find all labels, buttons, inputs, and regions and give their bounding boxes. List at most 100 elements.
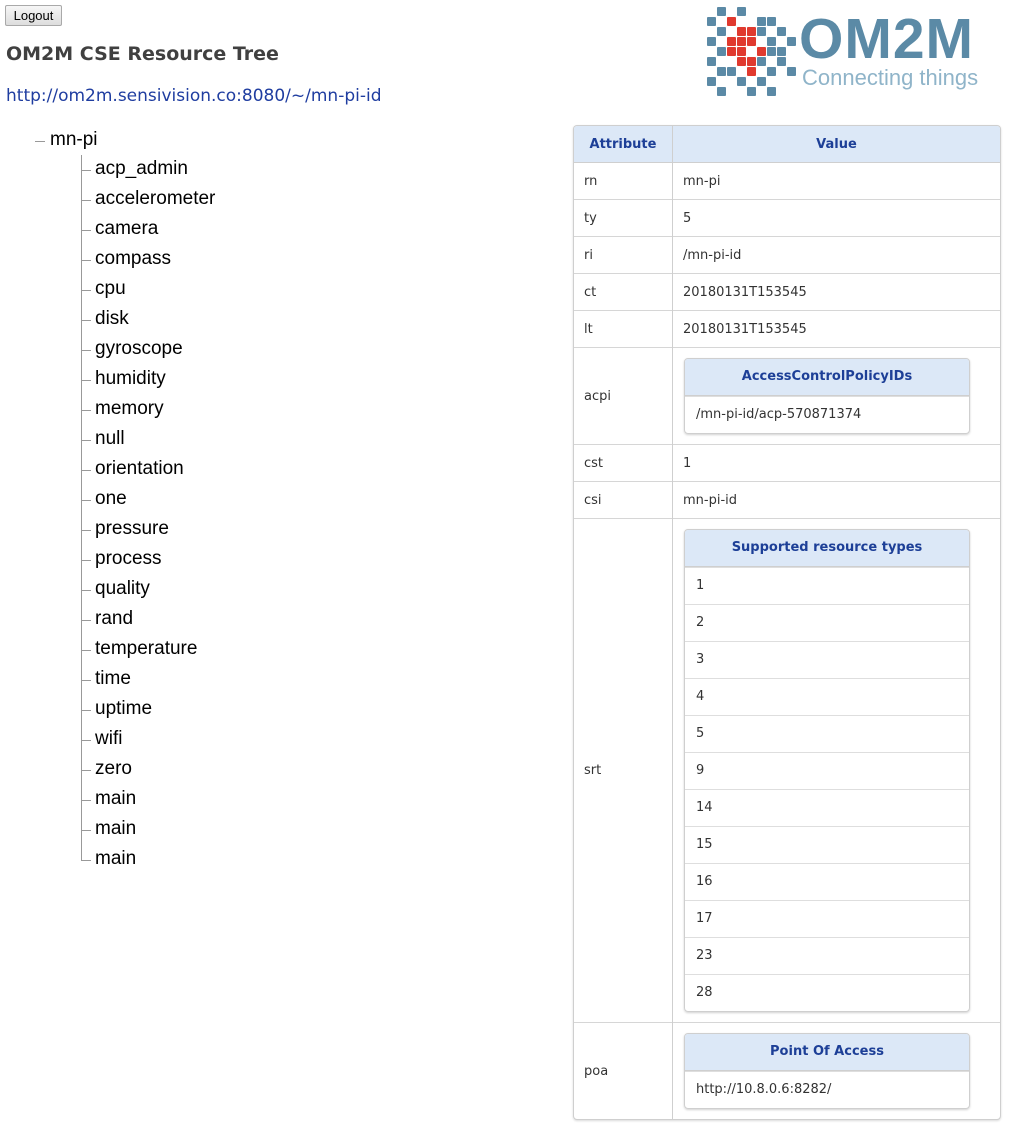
attribute-value: Supported resource types 1 2 3 4 5 9 14 15 16 17 23… <box>672 518 1000 1023</box>
logo-tile <box>757 57 766 66</box>
logo-tile <box>717 67 726 76</box>
attribute-value: AccessControlPolicyIDs/mn-pi-id/acp-5708… <box>672 347 1000 445</box>
logo-tile <box>737 47 746 56</box>
attribute-row: acpi AccessControlPolicyIDs/mn-pi-id/acp-… <box>574 347 1000 445</box>
tree-connector <box>81 620 91 621</box>
tree-connector <box>81 380 91 381</box>
attribute-value: Point Of Access http://10.8.0.6:8282/ <box>672 1022 1000 1119</box>
logo-tile <box>707 57 716 66</box>
srt-table-item: 4 <box>685 678 969 715</box>
tree-connector <box>81 260 91 261</box>
srt-table-item: 14 <box>685 789 969 826</box>
logo-tile <box>757 17 766 26</box>
attribute-name: srt <box>574 518 673 1023</box>
logout-button[interactable]: Logout <box>5 5 62 26</box>
tree-connector <box>81 560 91 561</box>
tree-root-node[interactable]: mn-pi <box>50 129 98 151</box>
tree-connector <box>81 830 91 831</box>
srt-table-item: 2 <box>685 604 969 641</box>
cse-url-link[interactable]: http://om2m.sensivision.co:8080/~/mn-pi-… <box>6 86 382 106</box>
srt-table-item: 5 <box>685 715 969 752</box>
attribute-row: poa Point Of Access http://10.8.0.6:8282/ <box>574 1022 1000 1119</box>
srt-table-item: 28 <box>685 974 969 1011</box>
attribute-name: poa <box>574 1022 673 1119</box>
logo-mosaic-icon <box>705 5 796 96</box>
attribute-value: mn-pi-id <box>672 481 1000 519</box>
logo-tile <box>737 57 746 66</box>
srt-table: Supported resource types 1 2 3 4 5 9 14 15 16 17 23… <box>684 529 970 1012</box>
logo-tile <box>727 47 736 56</box>
attribute-value: 20180131T153545 <box>672 273 1000 311</box>
tree-connector <box>81 650 91 651</box>
tree-connector <box>81 290 91 291</box>
attribute-name: cst <box>574 444 673 482</box>
tree-node-label: compass <box>95 248 172 269</box>
tree-connector <box>81 500 91 501</box>
tree-node-label: disk <box>95 308 129 329</box>
attribute-row: ri/mn-pi-id <box>574 236 1000 274</box>
logo-tile <box>777 47 786 56</box>
attribute-row: ty 5 <box>574 199 1000 237</box>
attribute-name: csi <box>574 481 673 519</box>
tree-connector <box>81 710 91 711</box>
poa-table-header: Point Of Access <box>685 1034 969 1071</box>
attribute-name: ty <box>574 199 673 237</box>
tree-connector <box>35 141 45 142</box>
logo-tile <box>737 27 746 36</box>
tree-connector <box>81 470 91 471</box>
attribute-value: 20180131T153545 <box>672 310 1000 348</box>
logo-tile <box>717 47 726 56</box>
logo-tile <box>727 67 736 76</box>
attribute-name: acpi <box>574 347 673 445</box>
logo-tile <box>747 67 756 76</box>
tree-connector <box>81 170 91 171</box>
logo-tile <box>787 67 796 76</box>
attribute-value: 1 <box>672 444 1000 482</box>
srt-table-item: 23 <box>685 937 969 974</box>
logo-tile <box>767 47 776 56</box>
logo-tile <box>777 27 786 36</box>
poa-table-item: http://10.8.0.6:8282/ <box>685 1071 969 1108</box>
acpi-table: AccessControlPolicyIDs/mn-pi-id/acp-5708… <box>684 358 970 434</box>
logo-tile <box>707 17 716 26</box>
tree-node-label: rand <box>95 608 134 629</box>
acpi-table-header: AccessControlPolicyIDs <box>685 359 969 396</box>
attribute-header: Attribute <box>574 126 673 163</box>
page-title: OM2M CSE Resource Tree <box>6 43 279 65</box>
attribute-panel: Attribute Value rn mn-pi ty 5 ri/mn-pi-id ct 2… <box>573 125 1001 1120</box>
srt-table-item: 15 <box>685 826 969 863</box>
om2m-logo: OM2M Connecting things <box>705 5 1005 97</box>
tree-node-label: humidity <box>95 368 166 389</box>
logo-tile <box>727 37 736 46</box>
attribute-row: lt 20180131T153545 <box>574 310 1000 348</box>
logo-tile <box>717 27 726 36</box>
logo-tile <box>747 57 756 66</box>
attribute-row: rn mn-pi <box>574 162 1000 200</box>
tree-node-label: zero <box>95 758 132 779</box>
logo-tile <box>757 77 766 86</box>
tree-node-label: null <box>95 428 125 449</box>
value-header: Value <box>672 126 1000 163</box>
logo-tile <box>747 27 756 36</box>
tree-connector <box>81 770 91 771</box>
attribute-row: cst 1 <box>574 444 1000 482</box>
srt-table-item: 17 <box>685 900 969 937</box>
logo-tile <box>777 57 786 66</box>
attribute-value: /mn-pi-id <box>672 236 1000 274</box>
logo-tile <box>717 7 726 16</box>
logo-tile <box>707 37 716 46</box>
logo-tile <box>767 17 776 26</box>
attribute-table: Attribute Value rn mn-pi ty 5 ri/mn-pi-id ct 2… <box>574 126 1000 1119</box>
srt-table-header: Supported resource types <box>685 530 969 567</box>
logo-tile <box>737 37 746 46</box>
logo-tile <box>747 87 756 96</box>
attribute-row: csi mn-pi-id <box>574 481 1000 519</box>
tree-node-label: uptime <box>95 698 153 719</box>
attribute-name: rn <box>574 162 673 200</box>
logo-wordmark: OM2M <box>799 7 974 71</box>
logo-tile <box>747 37 756 46</box>
srt-table-item: 3 <box>685 641 969 678</box>
srt-table-item: 1 <box>685 567 969 604</box>
attribute-name: ri <box>574 236 673 274</box>
logo-tile <box>767 87 776 96</box>
